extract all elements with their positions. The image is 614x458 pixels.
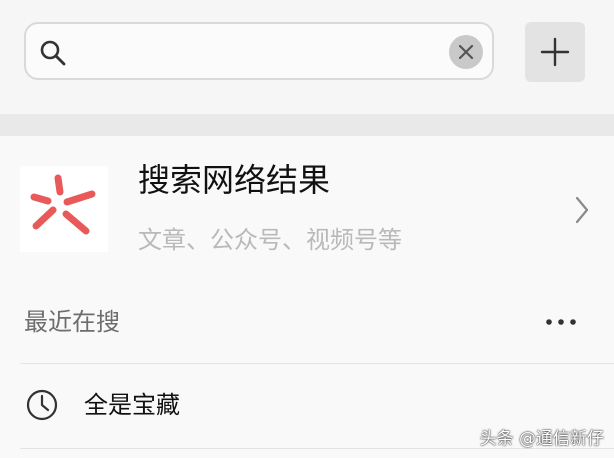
watermark: 头条 @通信新仔 [479,429,604,449]
more-icon[interactable] [544,317,578,327]
recent-searches-header: 最近在搜 [0,281,614,363]
section-divider [0,114,614,136]
search-box[interactable] [24,22,494,80]
plus-icon [540,37,570,67]
search-icon [40,40,66,66]
add-button[interactable] [525,22,585,82]
recent-searches-label: 最近在搜 [24,308,120,336]
search-input[interactable] [76,32,440,72]
close-icon [458,44,474,60]
recent-search-text: 全是宝藏 [84,391,180,419]
result-title: 搜索网络结果 [138,161,331,199]
clock-icon [26,389,58,421]
search-network-result[interactable]: 搜索网络结果 文章、公众号、视频号等 [0,136,614,281]
result-subtitle: 文章、公众号、视频号等 [138,226,402,254]
search-suggestions: 搜索网络结果 文章、公众号、视频号等 最近在搜 全是宝藏 头条 @通信新仔 [0,136,614,458]
clear-search-button[interactable] [449,35,483,69]
search-logo-icon [20,166,108,252]
search-bar [0,0,614,114]
chevron-right-icon [575,196,589,224]
